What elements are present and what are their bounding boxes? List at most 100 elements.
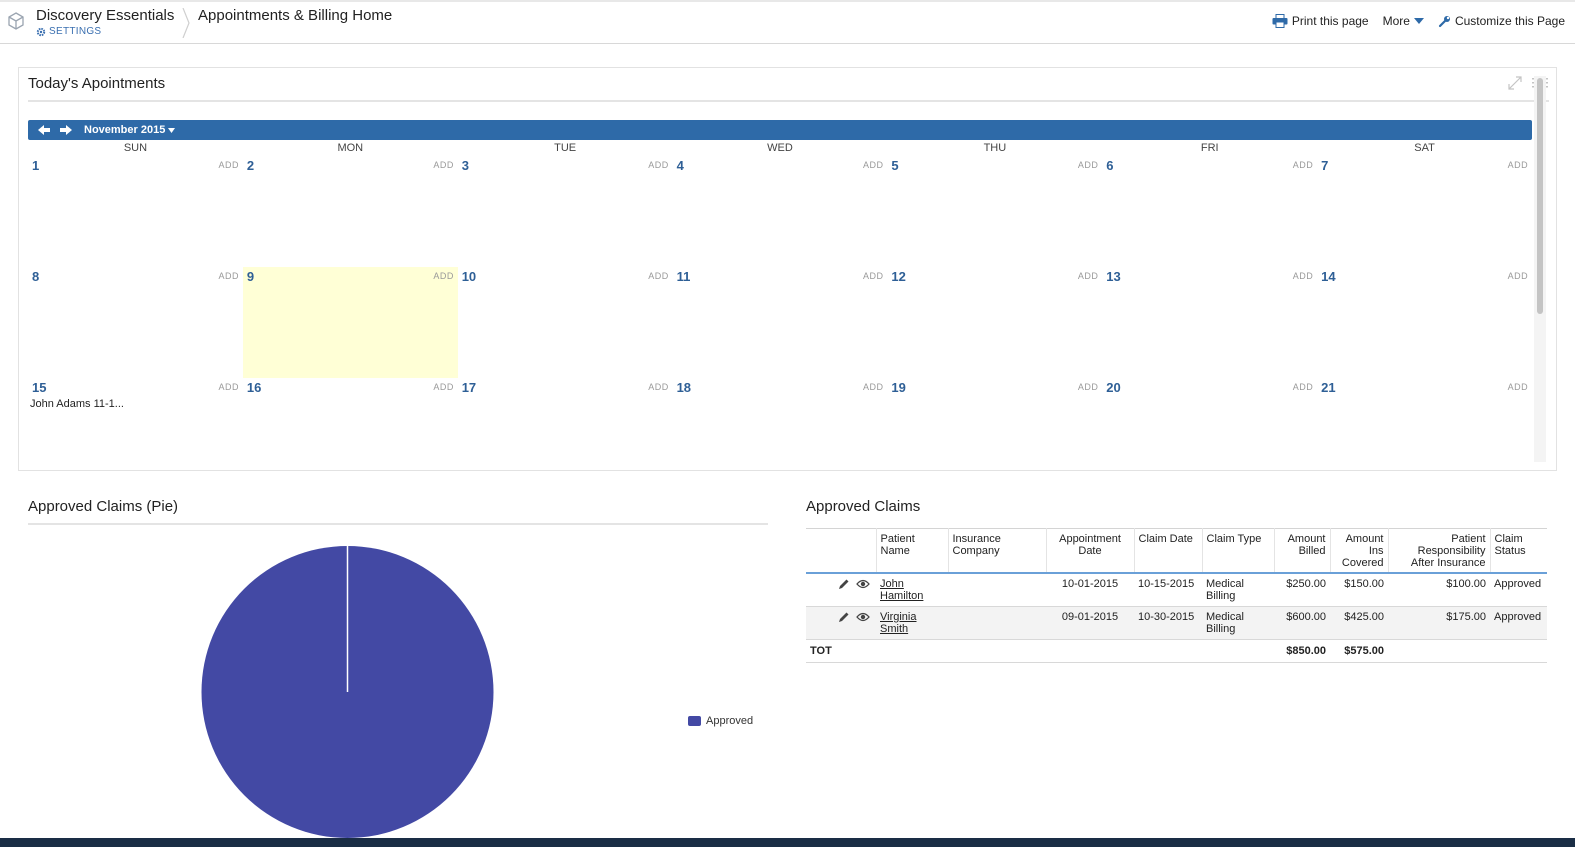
day-number[interactable]: 12	[891, 269, 905, 284]
claim-date-cell: 10-15-2015	[1138, 577, 1195, 590]
day-number[interactable]: 13	[1106, 269, 1120, 284]
add-appointment-link[interactable]: ADD	[1078, 160, 1099, 170]
calendar-day-cell[interactable]: 13 ADD	[1102, 267, 1317, 378]
day-number[interactable]: 10	[462, 269, 476, 284]
add-appointment-link[interactable]: ADD	[218, 382, 239, 392]
day-number[interactable]: 8	[32, 269, 39, 284]
day-number[interactable]: 21	[1321, 380, 1335, 395]
calendar-day-cell[interactable]: 1 ADD	[28, 156, 243, 267]
day-number[interactable]: 1	[32, 158, 39, 173]
calendar-day-cell[interactable]: 6 ADD	[1102, 156, 1317, 267]
add-appointment-link[interactable]: ADD	[218, 271, 239, 281]
column-header[interactable]: Insurance Company	[947, 528, 1046, 573]
add-appointment-link[interactable]: ADD	[433, 160, 454, 170]
patient-name-cell: John Hamilton	[876, 573, 948, 607]
calendar-day-cell[interactable]: 18 ADD	[673, 378, 888, 489]
prev-month-arrow-icon[interactable]	[36, 123, 52, 137]
calendar-day-cell[interactable]: 3 ADD	[458, 156, 673, 267]
patient-link[interactable]: John Hamilton	[880, 578, 923, 602]
calendar-day-cell[interactable]: 20 ADD	[1102, 378, 1317, 489]
calendar-grid: 1 ADD 2 ADD 3 ADD 4 ADD 5 ADD 6 ADD 7 ADD 8 ADD 9 ADD 10 AD…	[28, 156, 1532, 466]
amount-billed-cell: $600.00	[1286, 610, 1326, 623]
add-appointment-link[interactable]: ADD	[1078, 271, 1099, 281]
column-header[interactable]: Amount Billed	[1273, 528, 1330, 573]
calendar-event[interactable]: John Adams 11-1...	[30, 398, 124, 410]
pencil-edit-icon[interactable]	[837, 578, 850, 591]
calendar-day-cell[interactable]: 9 ADD	[242, 267, 458, 378]
day-number[interactable]: 7	[1321, 158, 1328, 173]
add-appointment-link[interactable]: ADD	[1078, 382, 1099, 392]
day-number[interactable]: 4	[677, 158, 684, 173]
patient-name-cell: Virginia Smith	[876, 606, 948, 639]
settings-link[interactable]: SETTINGS	[36, 26, 101, 37]
eye-view-icon[interactable]	[856, 611, 870, 623]
print-label: Print this page	[1291, 14, 1369, 28]
pencil-edit-icon[interactable]	[837, 611, 850, 624]
app-name[interactable]: Discovery Essentials	[36, 7, 174, 24]
add-appointment-link[interactable]: ADD	[648, 382, 669, 392]
day-number[interactable]: 16	[247, 380, 261, 395]
add-appointment-link[interactable]: ADD	[863, 271, 884, 281]
calendar-day-cell[interactable]: 11 ADD	[673, 267, 888, 378]
day-number[interactable]: 2	[247, 158, 254, 173]
expand-icon[interactable]	[1508, 76, 1522, 90]
add-appointment-link[interactable]: ADD	[1508, 271, 1529, 281]
day-number[interactable]: 19	[891, 380, 905, 395]
cube-icon[interactable]	[7, 12, 25, 30]
day-number[interactable]: 14	[1321, 269, 1335, 284]
day-number[interactable]: 9	[247, 269, 254, 284]
day-number[interactable]: 3	[462, 158, 469, 173]
month-selector[interactable]: November 2015	[84, 124, 176, 136]
calendar-day-cell[interactable]: 7 ADD	[1317, 156, 1532, 267]
day-number[interactable]: 20	[1106, 380, 1120, 395]
day-number[interactable]: 15	[32, 380, 46, 395]
add-appointment-link[interactable]: ADD	[648, 271, 669, 281]
column-header[interactable]: Appointment Date	[1045, 528, 1134, 573]
add-appointment-link[interactable]: ADD	[1508, 382, 1529, 392]
day-number[interactable]: 11	[677, 269, 691, 284]
calendar-day-cell[interactable]: 17 ADD	[458, 378, 673, 489]
column-header[interactable]: Claim Type	[1201, 528, 1274, 573]
day-number[interactable]: 18	[677, 380, 691, 395]
calendar-day-cell[interactable]: 4 ADD	[673, 156, 888, 267]
add-appointment-link[interactable]: ADD	[433, 382, 454, 392]
claim-type-cell: Medical Billing	[1206, 610, 1244, 635]
customize-page-button[interactable]: Customize this Page	[1438, 14, 1565, 28]
add-appointment-link[interactable]: ADD	[433, 271, 454, 281]
calendar-day-cell[interactable]: 16 ADD	[243, 378, 458, 489]
print-page-button[interactable]: Print this page	[1272, 14, 1369, 28]
add-appointment-link[interactable]: ADD	[1293, 271, 1314, 281]
column-header[interactable]: Patient Responsibility After Insurance	[1387, 528, 1490, 573]
eye-view-icon[interactable]	[856, 578, 870, 590]
add-appointment-link[interactable]: ADD	[1293, 382, 1314, 392]
add-appointment-link[interactable]: ADD	[863, 160, 884, 170]
calendar-scrollbar[interactable]	[1534, 76, 1546, 462]
claim-date-cell: 10-30-2015	[1138, 610, 1195, 623]
calendar-day-cell[interactable]: 8 ADD	[28, 267, 243, 378]
calendar-day-cell[interactable]: 15 ADD John Adams 11-1...	[28, 378, 243, 489]
day-number[interactable]: 6	[1106, 158, 1113, 173]
patient-link[interactable]: Virginia Smith	[880, 611, 917, 635]
calendar-day-cell[interactable]: 12 ADD	[887, 267, 1102, 378]
add-appointment-link[interactable]: ADD	[648, 160, 669, 170]
scrollbar-thumb[interactable]	[1537, 78, 1543, 314]
next-month-arrow-icon[interactable]	[58, 123, 74, 137]
more-menu[interactable]: More	[1383, 14, 1424, 28]
calendar-day-cell[interactable]: 21 ADD	[1317, 378, 1532, 489]
day-number[interactable]: 17	[462, 380, 476, 395]
add-appointment-link[interactable]: ADD	[863, 382, 884, 392]
day-number[interactable]: 5	[891, 158, 898, 173]
column-header[interactable]: Claim Date	[1133, 528, 1202, 573]
calendar-day-cell[interactable]: 10 ADD	[458, 267, 673, 378]
calendar-day-cell[interactable]: 19 ADD	[887, 378, 1102, 489]
amount-covered-cell: $150.00	[1344, 577, 1384, 590]
add-appointment-link[interactable]: ADD	[1508, 160, 1529, 170]
column-header[interactable]: Patient Name	[875, 528, 948, 573]
calendar-day-cell[interactable]: 5 ADD	[887, 156, 1102, 267]
add-appointment-link[interactable]: ADD	[218, 160, 239, 170]
column-header[interactable]: Claim Status	[1489, 528, 1547, 573]
add-appointment-link[interactable]: ADD	[1293, 160, 1314, 170]
calendar-day-cell[interactable]: 14 ADD	[1317, 267, 1532, 378]
calendar-day-cell[interactable]: 2 ADD	[243, 156, 458, 267]
column-header[interactable]: Amount Ins Covered	[1329, 528, 1388, 573]
